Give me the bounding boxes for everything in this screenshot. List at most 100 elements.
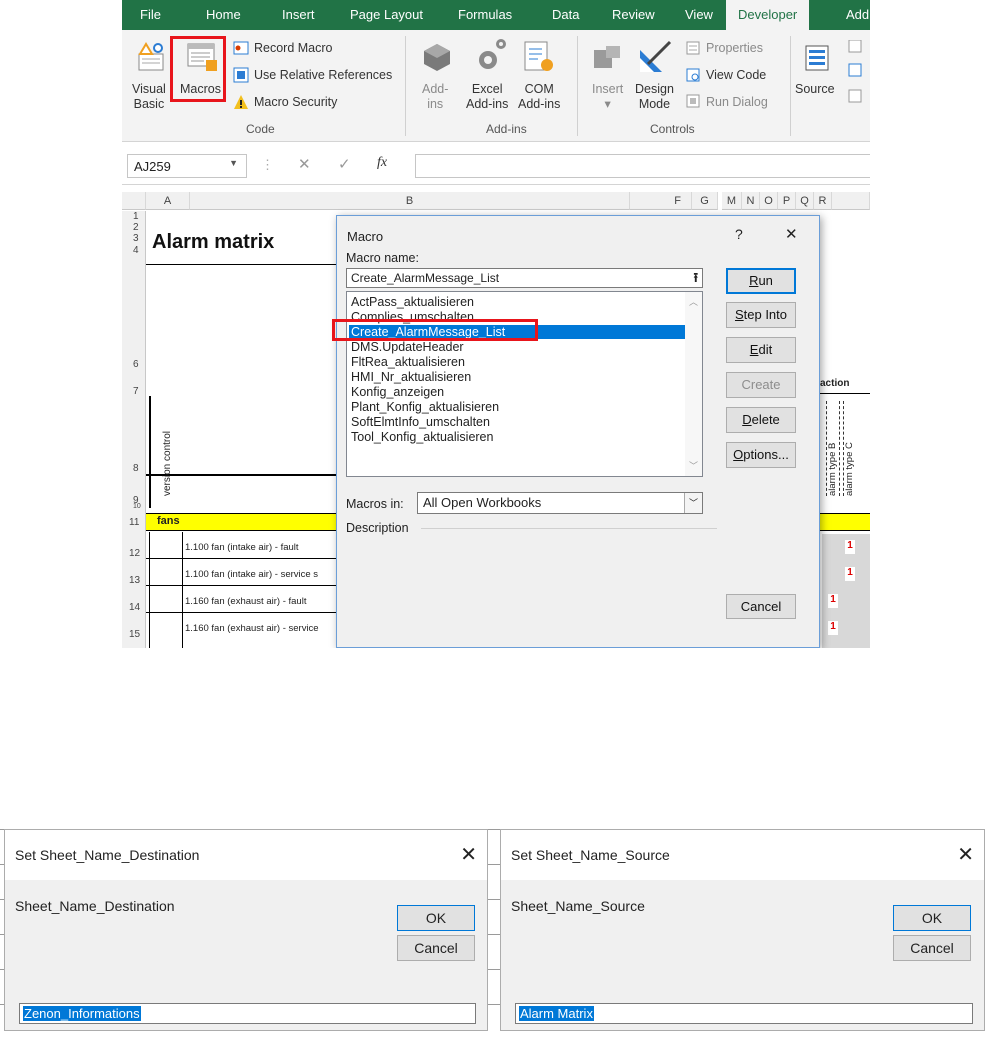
matrix-value[interactable]: 1 [845,567,855,581]
scroll-down-icon[interactable]: ﹀ [689,459,698,472]
row-header[interactable]: 1 [122,211,146,222]
matrix-value[interactable]: 1 [828,621,838,635]
macro-list-scrollbar[interactable]: ︿ ﹀ [685,292,702,476]
macro-list-item[interactable]: FltRea_aktualisieren [349,355,685,369]
edit-button[interactable]: Edit [726,337,796,363]
column-header-r[interactable]: R [814,192,832,210]
sheet-name-destination-input[interactable]: Zenon_Informations [19,1003,476,1024]
cancel-entry-icon[interactable]: ✕ [298,155,311,173]
row-header[interactable]: 14 [122,602,146,613]
row-header[interactable]: 7 [122,386,146,397]
chevron-down-icon[interactable]: ﹀ [684,493,702,513]
options-button[interactable]: Options... [726,442,796,468]
macro-list-item[interactable]: ActPass_aktualisieren [349,295,685,309]
tab-review[interactable]: Review [612,0,655,30]
run-dialog-button[interactable]: Run Dialog [706,95,768,109]
row-header[interactable]: 11 [122,517,146,528]
help-button[interactable]: ? [735,226,743,242]
macro-list-item[interactable]: Konfig_anzeigen [349,385,685,399]
run-button[interactable]: Run [726,268,796,294]
row-header[interactable]: 3 [122,233,146,244]
macro-list-item[interactable]: SoftElmtInfo_umschalten [349,415,685,429]
column-header-q[interactable]: Q [796,192,814,210]
tab-home[interactable]: Home [206,0,241,30]
macro-list-item[interactable]: DMS.UpdateHeader [349,340,685,354]
warning-icon[interactable] [233,94,249,110]
column-header-f[interactable]: F [630,192,692,210]
add-ins-label[interactable]: Add-ins [422,82,448,112]
properties-button[interactable]: Properties [706,41,763,55]
matrix-value[interactable]: 1 [828,594,838,608]
close-icon[interactable]: ✕ [460,842,477,867]
insert-controls-label[interactable]: Insert ▾ [592,82,623,112]
macro-list-item[interactable]: Plant_Konfig_aktualisieren [349,400,685,414]
excel-add-ins-icon[interactable] [474,36,508,74]
cancel-button[interactable]: Cancel [893,935,971,961]
run-dialog-icon[interactable] [686,94,700,108]
sheet-name-source-input[interactable]: Alarm Matrix [515,1003,973,1024]
insert-controls-icon[interactable] [592,44,624,72]
tab-insert[interactable]: Insert [282,0,315,30]
delete-button[interactable]: Delete [726,407,796,433]
design-mode-icon[interactable] [638,38,674,74]
com-add-ins-label[interactable]: COM Add-ins [518,82,560,112]
scroll-up-icon[interactable]: ︿ [689,295,698,308]
row-header[interactable]: 10 [122,503,146,510]
macro-list-item[interactable]: HMI_Nr_aktualisieren [349,370,685,384]
visual-basic-label[interactable]: Visual Basic [132,82,166,112]
column-header-m[interactable]: M [722,192,742,210]
row-header[interactable]: 2 [122,222,146,233]
column-header-g[interactable]: G [692,192,718,210]
tab-add[interactable]: Add [846,0,869,30]
ok-button[interactable]: OK [893,905,971,931]
row-header[interactable]: 12 [122,548,146,559]
design-mode-label[interactable]: Design Mode [635,82,674,112]
macro-name-input[interactable]: Create_AlarmMessage_List ⭱ [346,268,703,288]
ok-button[interactable]: OK [397,905,475,931]
close-icon[interactable]: ✕ [957,842,974,867]
upload-arrow-icon[interactable]: ⭱ [693,270,698,285]
tab-file[interactable]: File [140,0,161,30]
column-header-b[interactable]: B [190,192,630,210]
tab-formulas[interactable]: Formulas [458,0,512,30]
view-code-button[interactable]: View Code [706,68,766,82]
cancel-button[interactable]: Cancel [397,935,475,961]
record-macro-icon[interactable] [233,40,249,56]
tab-developer[interactable]: Developer [726,0,810,30]
com-add-ins-icon[interactable] [522,40,556,74]
select-all-corner[interactable] [122,192,146,210]
column-header-n[interactable]: N [742,192,760,210]
worksheet[interactable]: A B F G M N O P Q R 1 2 3 4 6 7 8 9 10 1… [122,186,870,648]
macro-list-item[interactable]: Tool_Konfig_aktualisieren [349,430,685,444]
source-icon[interactable] [804,44,830,72]
column-header-o[interactable]: O [760,192,778,210]
column-header-p[interactable]: P [778,192,796,210]
properties-icon[interactable] [686,41,700,55]
row-header[interactable]: 8 [122,463,146,474]
tab-view[interactable]: View [685,0,713,30]
create-button[interactable]: Create [726,372,796,398]
name-box[interactable]: AJ259 ▼ [127,154,247,178]
confirm-entry-icon[interactable]: ✓ [338,155,351,173]
column-header-a[interactable]: A [146,192,190,210]
formula-input[interactable] [415,154,870,178]
view-code-icon[interactable] [686,68,700,82]
row-header[interactable]: 4 [122,245,146,256]
xml-small-icons[interactable] [848,40,864,110]
close-icon[interactable]: ✕ [785,225,798,243]
use-relative-references-button[interactable]: Use Relative References [254,68,392,82]
record-macro-button[interactable]: Record Macro [254,41,333,55]
matrix-value[interactable]: 1 [845,540,855,554]
step-into-button[interactable]: Step Into [726,302,796,328]
visual-basic-icon[interactable] [136,42,168,72]
tab-page-layout[interactable]: Page Layout [350,0,423,30]
relative-references-icon[interactable] [233,67,249,83]
row-header[interactable]: 15 [122,629,146,640]
source-label[interactable]: Source [795,82,835,96]
macro-security-button[interactable]: Macro Security [254,95,337,109]
row-header[interactable]: 6 [122,359,146,370]
macros-in-select[interactable]: All Open Workbooks ﹀ [417,492,703,514]
tab-data[interactable]: Data [552,0,579,30]
insert-function-icon[interactable]: fx [377,155,387,171]
row-header[interactable]: 13 [122,575,146,586]
